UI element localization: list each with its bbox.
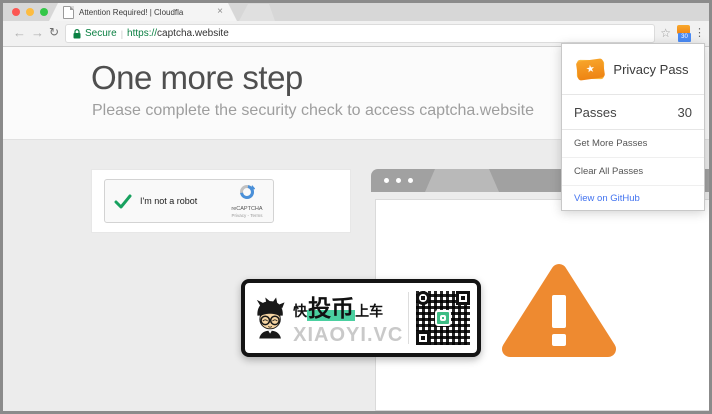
browser-window: Attention Required! | Cloudfla × ← → ↻ S…: [0, 0, 712, 414]
recaptcha-widget[interactable]: I'm not a robot reCAPTCHA Privacy - Term…: [104, 179, 274, 223]
qr-finder-icon: [456, 291, 470, 305]
close-window-button[interactable]: [12, 8, 20, 16]
url-host: captcha.website: [157, 28, 229, 39]
watermark-highlight: 投币: [307, 295, 356, 321]
avatar-icon: [256, 297, 285, 339]
url-separator: |: [120, 28, 124, 39]
tab-title: Attention Required! | Cloudfla: [79, 7, 184, 17]
watermark-prefix: 快: [293, 303, 308, 319]
tab-strip: Attention Required! | Cloudfla ×: [3, 3, 709, 21]
recaptcha-logo-icon: [240, 185, 256, 199]
recaptcha-label: I'm not a robot: [140, 196, 198, 206]
illustration-dot: [408, 178, 413, 183]
back-icon[interactable]: ←: [13, 23, 26, 42]
passes-count: 30: [677, 104, 692, 120]
passes-label: Passes: [574, 104, 617, 120]
url-scheme: https://: [127, 28, 158, 39]
qr-finder-icon: [416, 331, 430, 345]
illustration-tab: [425, 169, 499, 192]
maximize-window-button[interactable]: [40, 8, 48, 16]
watermark-brand: XIAOYI.VC: [293, 324, 404, 346]
view-on-github-link[interactable]: View on GitHub: [562, 186, 704, 210]
qr-center-logo-icon: [435, 310, 451, 326]
illustration-dot: [384, 178, 389, 183]
privacy-pass-header: ★ Privacy Pass: [562, 44, 704, 95]
forward-icon[interactable]: →: [31, 23, 44, 42]
page-favicon-icon: [63, 6, 74, 19]
illustration-dot: [396, 178, 401, 183]
qr-code: [416, 291, 470, 345]
qr-finder-icon: [416, 291, 430, 305]
passes-row: Passes 30: [562, 95, 704, 130]
privacy-pass-popup: ★ Privacy Pass Passes 30 Get More Passes…: [561, 43, 705, 211]
recaptcha-brand: reCAPTCHA Privacy - Terms: [225, 184, 269, 218]
tab-close-icon[interactable]: ×: [217, 7, 223, 17]
privacy-pass-extension-button[interactable]: 30: [676, 25, 692, 42]
minimize-window-button[interactable]: [26, 8, 34, 16]
browser-tab[interactable]: Attention Required! | Cloudfla ×: [49, 3, 237, 21]
new-tab-button[interactable]: [239, 4, 275, 21]
warning-triangle-icon: [502, 264, 616, 357]
watermark-banner: 快投币上车 XIAOYI.VC: [241, 279, 481, 357]
recaptcha-brand-text: reCAPTCHA: [231, 206, 263, 212]
secure-label: Secure: [85, 28, 117, 39]
menu-item-clear-all-passes[interactable]: Clear All Passes: [562, 158, 704, 186]
padlock-icon: [73, 28, 81, 38]
address-bar[interactable]: Secure | https://captcha.website: [65, 24, 655, 43]
watermark-suffix: 上车: [355, 303, 384, 319]
bookmark-star-icon[interactable]: ☆: [660, 26, 671, 40]
watermark-divider: [408, 292, 409, 344]
extension-badge: 30: [678, 33, 691, 42]
reload-icon[interactable]: ↻: [49, 23, 59, 42]
watermark-text: 快投币上车 XIAOYI.VC: [293, 289, 403, 347]
ticket-star-icon: ★: [576, 57, 606, 81]
recaptcha-privacy-terms-link[interactable]: Privacy - Terms: [225, 213, 269, 218]
browser-menu-icon[interactable]: ⋮: [694, 26, 705, 40]
captcha-container: I'm not a robot reCAPTCHA Privacy - Term…: [91, 169, 351, 233]
ticket-icon: ★: [576, 57, 606, 81]
checkmark-icon[interactable]: [114, 194, 132, 209]
menu-item-get-more-passes[interactable]: Get More Passes: [562, 130, 704, 158]
url-text: https://captcha.website: [127, 28, 229, 39]
privacy-pass-title: Privacy Pass: [613, 61, 689, 77]
